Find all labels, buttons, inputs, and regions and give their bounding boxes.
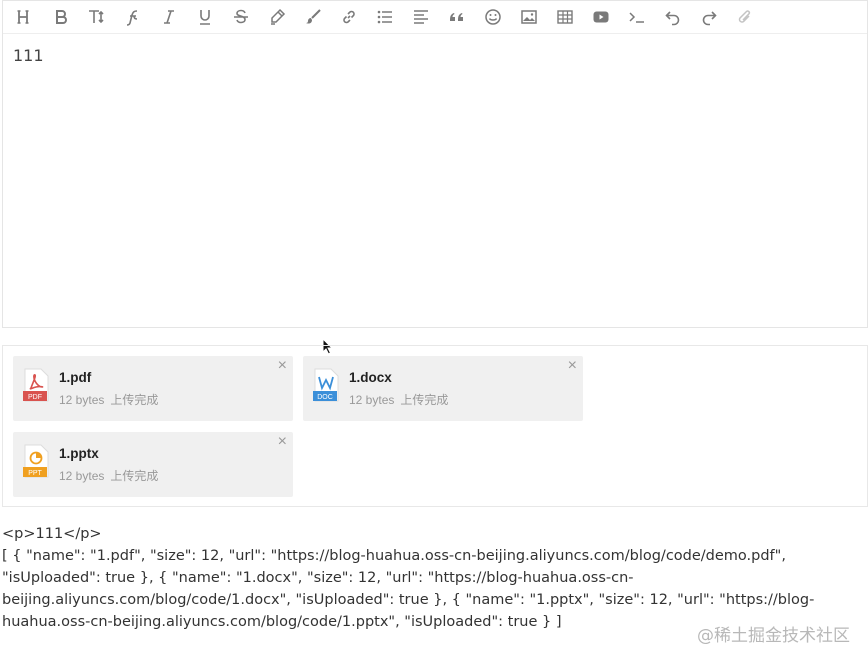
underline-icon[interactable] <box>187 2 223 32</box>
file-meta: 12 bytes 上传完成 <box>59 467 164 484</box>
ppt-file-icon: PPT <box>23 444 49 478</box>
quote-icon[interactable] <box>439 2 475 32</box>
file-meta: 12 bytes 上传完成 <box>59 391 164 408</box>
file-list: PDF 1.pdf 12 bytes 上传完成 × DOC 1.docx 12 b… <box>2 345 868 507</box>
doc-file-icon: DOC <box>313 368 339 402</box>
undo-icon[interactable] <box>655 2 691 32</box>
file-name: 1.pdf <box>59 370 92 385</box>
video-icon[interactable] <box>583 2 619 32</box>
strikethrough-icon[interactable] <box>223 2 259 32</box>
file-card-pptx[interactable]: PPT 1.pptx 12 bytes 上传完成 × <box>13 432 293 497</box>
remove-file-button[interactable]: × <box>568 358 577 374</box>
html-output: <p>111</p> <box>2 526 102 542</box>
link-icon[interactable] <box>331 2 367 32</box>
remove-file-button[interactable]: × <box>278 358 287 374</box>
upload-status: 上传完成 <box>110 393 159 407</box>
upload-status: 上传完成 <box>400 393 449 407</box>
svg-text:PDF: PDF <box>28 394 42 401</box>
output-panel: <p>111</p> [ { "name": "1.pdf", "size": … <box>2 523 852 633</box>
align-icon[interactable] <box>403 2 439 32</box>
file-card-docx[interactable]: DOC 1.docx 12 bytes 上传完成 × <box>303 356 583 421</box>
redo-icon[interactable] <box>691 2 727 32</box>
font-size-icon[interactable] <box>79 2 115 32</box>
emoji-icon[interactable] <box>475 2 511 32</box>
highlight-icon[interactable] <box>259 2 295 32</box>
bold-icon[interactable] <box>43 2 79 32</box>
file-meta: 12 bytes 上传完成 <box>349 391 454 408</box>
file-name: 1.pptx <box>59 446 99 461</box>
table-icon[interactable] <box>547 2 583 32</box>
watermark: @稀土掘金技术社区 <box>697 626 850 646</box>
file-name: 1.docx <box>349 370 392 385</box>
svg-text:DOC: DOC <box>317 394 333 401</box>
upload-status: 上传完成 <box>110 469 159 483</box>
pdf-file-icon: PDF <box>23 368 49 402</box>
editor-content[interactable]: 111 <box>3 34 867 77</box>
svg-text:PPT: PPT <box>28 470 42 477</box>
code-icon[interactable] <box>619 2 655 32</box>
heading-icon[interactable] <box>7 2 43 32</box>
list-icon[interactable] <box>367 2 403 32</box>
file-size: 12 bytes <box>59 469 105 483</box>
json-output: [ { "name": "1.pdf", "size": 12, "url": … <box>2 548 815 630</box>
remove-file-button[interactable]: × <box>278 434 287 450</box>
brush-icon[interactable] <box>295 2 331 32</box>
italic-icon[interactable] <box>151 2 187 32</box>
attachment-icon[interactable] <box>727 2 763 32</box>
file-size: 12 bytes <box>59 393 105 407</box>
rich-text-editor: 111 <box>2 0 868 328</box>
file-size: 12 bytes <box>349 393 395 407</box>
file-card-pdf[interactable]: PDF 1.pdf 12 bytes 上传完成 × <box>13 356 293 421</box>
font-family-icon[interactable] <box>115 2 151 32</box>
editor-toolbar <box>3 1 867 34</box>
image-icon[interactable] <box>511 2 547 32</box>
